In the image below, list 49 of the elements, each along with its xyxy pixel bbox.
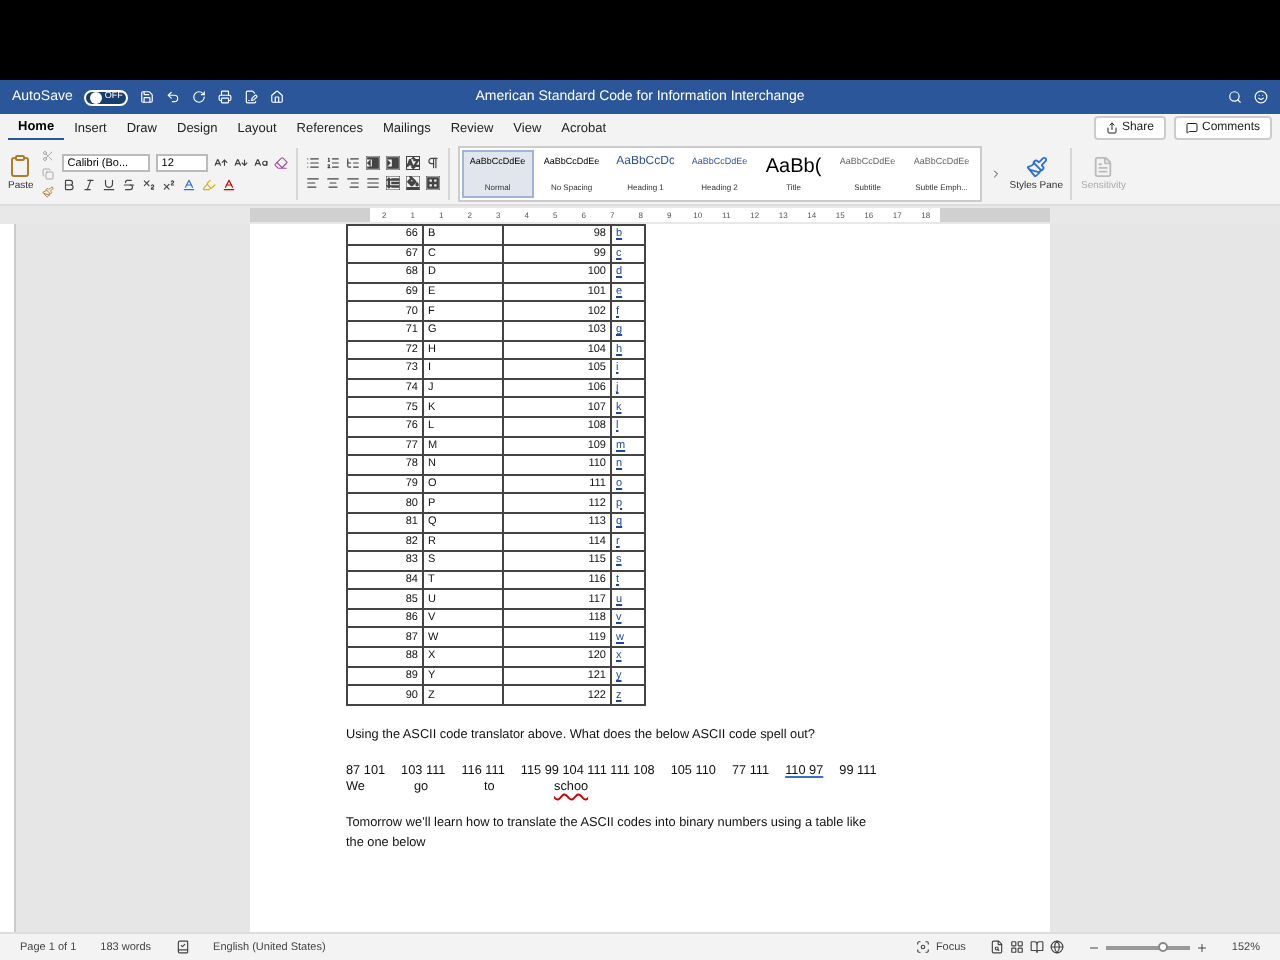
decrease-indent-icon[interactable] [365, 156, 380, 170]
focus-icon[interactable] [915, 940, 930, 954]
web-layout-icon[interactable] [1049, 940, 1064, 954]
align-right-icon[interactable] [345, 176, 360, 190]
pilcrow-icon[interactable] [425, 156, 440, 170]
numbering-icon[interactable] [325, 156, 340, 170]
read-mode-icon[interactable] [1029, 940, 1044, 954]
smiley-icon[interactable] [1254, 90, 1268, 104]
align-center-icon[interactable] [325, 176, 340, 190]
multilevel-list-icon[interactable] [345, 156, 360, 170]
comment-icon [1185, 122, 1198, 134]
printer-icon[interactable] [218, 90, 233, 104]
print-layout-icon[interactable] [989, 940, 1004, 954]
bullets-icon[interactable] [305, 156, 320, 170]
save-icon[interactable] [140, 90, 155, 104]
sort-icon[interactable] [405, 156, 420, 170]
text-effects-icon[interactable] [181, 178, 196, 192]
home-icon[interactable] [270, 90, 285, 104]
grid-view-icon[interactable] [1009, 940, 1024, 954]
align-left-icon[interactable] [305, 176, 320, 190]
strikethrough-icon[interactable] [121, 178, 136, 192]
change-case-icon[interactable] [253, 156, 268, 170]
line-spacing-icon[interactable] [385, 176, 400, 190]
justify-icon[interactable] [365, 176, 380, 190]
grow-font-icon[interactable] [213, 156, 228, 170]
clear-formatting-icon[interactable] [273, 156, 288, 170]
proofing-icon[interactable] [175, 940, 190, 954]
edit-document-icon[interactable] [244, 90, 259, 104]
undo-icon[interactable] [166, 90, 181, 104]
font-color-icon[interactable] [221, 178, 236, 192]
shrink-font-icon[interactable] [233, 156, 248, 170]
shading-icon[interactable] [405, 176, 420, 190]
underline-icon[interactable] [101, 178, 116, 192]
superscript-icon[interactable] [161, 178, 176, 192]
bold-icon[interactable] [61, 178, 76, 192]
borders-icon[interactable] [425, 176, 440, 190]
subscript-icon[interactable] [141, 178, 156, 192]
share-icon [1105, 122, 1118, 134]
styles-pane-icon[interactable] [1025, 155, 1048, 177]
paste-icon[interactable] [8, 154, 33, 178]
increase-indent-icon[interactable] [385, 156, 400, 170]
search-icon[interactable] [1228, 90, 1242, 104]
more-styles-icon[interactable] [989, 167, 1002, 179]
zoom-in-icon[interactable] [1195, 941, 1208, 953]
zoom-thumb[interactable] [1158, 941, 1169, 951]
redo-icon[interactable] [192, 90, 207, 104]
style-preview: AaBb( [765, 155, 822, 177]
italic-icon[interactable] [81, 178, 96, 192]
format-painter-icon[interactable] [41, 185, 54, 197]
